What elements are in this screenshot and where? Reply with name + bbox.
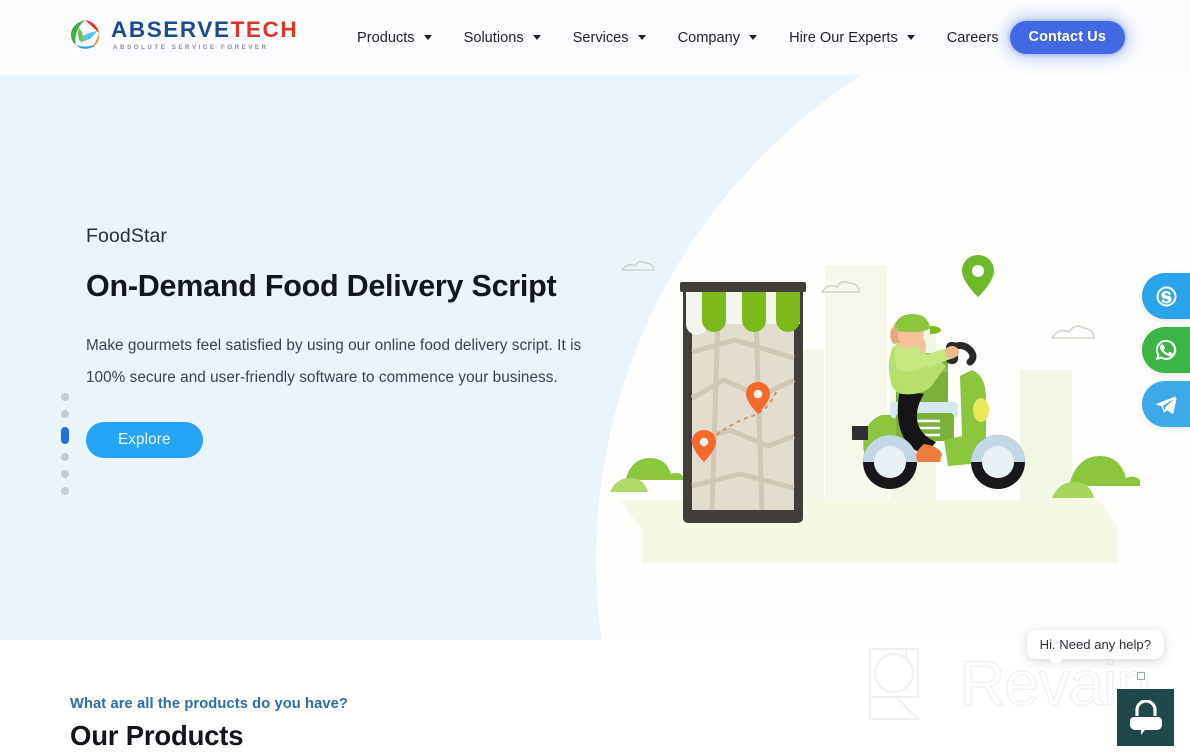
- chevron-down-icon: [637, 35, 646, 40]
- chevron-down-icon: [749, 35, 758, 40]
- hero-eyebrow: FoodStar: [86, 225, 168, 247]
- hero-copy: FoodStar On-Demand Food Delivery Script …: [86, 225, 606, 458]
- carousel-dot[interactable]: [61, 410, 69, 418]
- page-root: ABSERVETECH ABSOLUTE SERVICE FOREVER Pro…: [0, 0, 1190, 753]
- section-eyebrow: What are all the products do you have?: [70, 696, 349, 712]
- logo-word-secondary: TECH: [230, 16, 299, 42]
- main-navigation: Products Solutions Services Company Hire…: [341, 0, 1015, 75]
- nav-item-products[interactable]: Products: [341, 0, 448, 75]
- logo-tagline: ABSOLUTE SERVICE FOREVER: [113, 44, 269, 52]
- site-logo[interactable]: ABSERVETECH ABSOLUTE SERVICE FOREVER: [68, 18, 298, 52]
- nav-label: Solutions: [463, 29, 524, 46]
- carousel-dot[interactable]: [61, 453, 69, 461]
- chat-tooltip: Hi. Need any help?: [1026, 630, 1164, 666]
- contact-us-button[interactable]: Contact Us: [1009, 21, 1125, 54]
- social-link-whatsapp[interactable]: [1142, 327, 1190, 373]
- nav-label: Products: [357, 29, 415, 46]
- logo-word-primary: ABSERVE: [111, 16, 231, 42]
- nav-item-company[interactable]: Company: [662, 0, 773, 75]
- skype-icon: [1155, 285, 1177, 307]
- carousel-dot[interactable]: [61, 393, 69, 401]
- storefront-phone-with-map: [680, 282, 806, 523]
- telegram-icon: [1155, 395, 1176, 414]
- chevron-down-icon: [423, 35, 432, 40]
- whatsapp-icon: [1155, 339, 1177, 361]
- nav-label: Hire Our Experts: [789, 29, 898, 46]
- carousel-dot-active[interactable]: [61, 427, 69, 444]
- section-title: Our Products: [70, 720, 244, 751]
- nav-label: Careers: [946, 29, 999, 46]
- chevron-down-icon: [532, 35, 541, 40]
- hero-carousel-dots: [61, 393, 69, 495]
- nav-label: Company: [677, 29, 741, 46]
- hero-subcopy: Make gourmets feel satisfied by using ou…: [86, 337, 582, 386]
- carousel-dot[interactable]: [61, 487, 69, 495]
- nav-item-hire-our-experts[interactable]: Hire Our Experts: [773, 0, 931, 75]
- social-link-telegram[interactable]: [1142, 381, 1190, 427]
- food-delivery-illustration: [600, 230, 1144, 575]
- hero-section: FoodStar On-Demand Food Delivery Script …: [0, 75, 1190, 640]
- nav-label: Services: [572, 29, 629, 46]
- chevron-down-icon: [906, 35, 915, 40]
- site-header: ABSERVETECH ABSOLUTE SERVICE FOREVER Pro…: [0, 0, 1190, 75]
- explore-button[interactable]: Explore: [86, 422, 203, 458]
- close-icon[interactable]: [1137, 672, 1145, 680]
- carousel-dot[interactable]: [61, 470, 69, 478]
- social-link-skype[interactable]: [1142, 273, 1190, 319]
- leaf-sphere-logo-icon: [68, 18, 102, 52]
- hero-headline: On-Demand Food Delivery Script: [86, 269, 557, 303]
- logo-text: ABSERVETECH ABSOLUTE SERVICE FOREVER: [111, 16, 299, 52]
- chat-launcher-button[interactable]: [1117, 689, 1174, 746]
- social-sidebar: [1142, 273, 1190, 427]
- nav-item-careers[interactable]: Careers: [931, 0, 1015, 75]
- nav-item-services[interactable]: Services: [557, 0, 662, 75]
- chat-bag-icon: [1129, 699, 1162, 735]
- nav-item-solutions[interactable]: Solutions: [448, 0, 557, 75]
- green-map-pin-icon: [962, 255, 994, 297]
- products-section: What are all the products do you have? O…: [0, 640, 1190, 753]
